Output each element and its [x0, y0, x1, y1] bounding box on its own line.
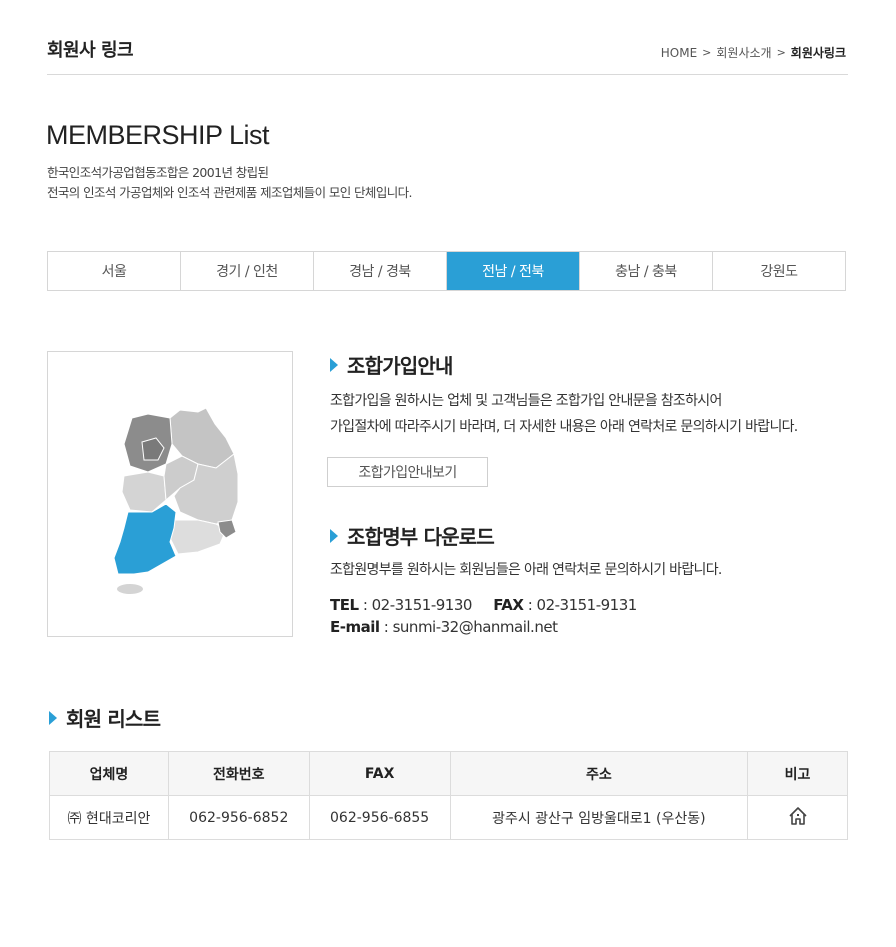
member-phone: 062-956-6852 [167, 795, 310, 840]
join-description: 조합가입을 원하시는 업체 및 고객님들은 조합가입 안내문을 참조하시어 가입… [330, 388, 798, 440]
roster-description: 조합원명부를 원하시는 회원님들은 아래 연락처로 문의하시기 바랍니다. [330, 562, 722, 578]
join-line: 조합가입을 원하시는 업체 및 고객님들은 조합가입 안내문을 참조하시어 [330, 393, 722, 409]
email-value[interactable]: sunmi-32@hanmail.net [393, 618, 558, 636]
member-fax: 062-956-6855 [308, 795, 451, 840]
fax-label: FAX [493, 596, 524, 614]
contact-phone-fax: TEL : 02-3151-9130 FAX : 02-3151-9131 [330, 596, 638, 614]
region-tabs: 서울 경기 / 인천 경남 / 경북 전남 / 전북 충남 / 충북 강원도 [47, 251, 846, 291]
tab-gyeongnam-gyeongbuk[interactable]: 경남 / 경북 [314, 252, 447, 290]
tab-gyeonggi-incheon[interactable]: 경기 / 인천 [181, 252, 314, 290]
table-header-row: 업체명 전화번호 FAX 주소 비고 [49, 751, 848, 796]
tab-jeonnam-jeonbuk[interactable]: 전남 / 전북 [447, 252, 580, 290]
korea-map-graphic [113, 407, 239, 594]
column-header-phone: 전화번호 [167, 751, 310, 796]
member-name: ㈜ 현대코리안 [49, 795, 169, 840]
page-title: 회원사 링크 [47, 40, 134, 61]
table-row: ㈜ 현대코리안 062-956-6852 062-956-6855 광주시 광산… [49, 795, 848, 840]
member-note [747, 795, 848, 840]
membership-title: MEMBERSHIP List [46, 120, 270, 150]
arrow-right-icon [49, 710, 57, 725]
tab-seoul[interactable]: 서울 [48, 252, 181, 290]
column-header-note: 비고 [747, 751, 848, 796]
member-table: 업체명 전화번호 FAX 주소 비고 ㈜ 현대코리안 062-956-6852 … [49, 751, 848, 840]
arrow-right-icon [330, 528, 338, 543]
breadcrumb-current: 회원사링크 [790, 46, 846, 60]
member-address: 광주시 광산구 임방울대로1 (우산동) [449, 795, 749, 840]
join-title: 조합가입안내 [347, 354, 453, 378]
arrow-right-icon [330, 357, 338, 372]
member-list-title: 회원 리스트 [66, 707, 161, 731]
region-chungnam [121, 471, 167, 513]
member-list-heading: 회원 리스트 [49, 703, 161, 732]
column-header-name: 업체명 [49, 751, 169, 796]
join-line: 가입절차에 따라주시기 바라며, 더 자세한 내용은 아래 연락처로 문의하시기… [330, 419, 798, 435]
tab-gangwon[interactable]: 강원도 [713, 252, 845, 290]
join-guide-button[interactable]: 조합가입안내보기 [327, 457, 488, 487]
description-line: 전국의 인조석 가공업체와 인조석 관련제품 제조업체들이 모인 단체입니다. [47, 185, 412, 200]
column-header-fax: FAX [308, 751, 451, 796]
join-section-heading: 조합가입안내 [330, 350, 453, 379]
contact-email: E-mail : sunmi-32@hanmail.net [330, 618, 558, 636]
home-icon[interactable] [787, 805, 809, 831]
email-label: E-mail [330, 618, 380, 636]
tel-value: 02-3151-9130 [371, 596, 473, 614]
description-line: 한국인조석가공업협동조합은 2001년 창립된 [47, 165, 269, 180]
breadcrumb-about[interactable]: 회원사소개 [716, 44, 771, 61]
korea-map [47, 351, 293, 637]
roster-section-heading: 조합명부 다운로드 [330, 521, 495, 550]
region-jeju [117, 584, 143, 594]
tel-label: TEL [330, 596, 359, 614]
region-gyeongnam [169, 519, 227, 555]
membership-description: 한국인조석가공업협동조합은 2001년 창립된 전국의 인조석 가공업체와 인조… [47, 163, 412, 203]
breadcrumb: HOME > 회원사소개 > 회원사링크 [661, 44, 846, 61]
breadcrumb-home[interactable]: HOME [661, 46, 697, 60]
fax-value: 02-3151-9131 [536, 596, 638, 614]
region-jeonbuk-jeonnam [113, 503, 177, 575]
chevron-right-icon: > [702, 46, 712, 59]
roster-title: 조합명부 다운로드 [347, 525, 495, 549]
contact-info: TEL : 02-3151-9130 FAX : 02-3151-9131 E-… [330, 594, 637, 638]
tab-chungnam-chungbuk[interactable]: 충남 / 충북 [580, 252, 713, 290]
page-header: 회원사 링크 HOME > 회원사소개 > 회원사링크 [47, 32, 848, 75]
column-header-address: 주소 [449, 751, 749, 796]
chevron-right-icon: > [776, 46, 786, 59]
